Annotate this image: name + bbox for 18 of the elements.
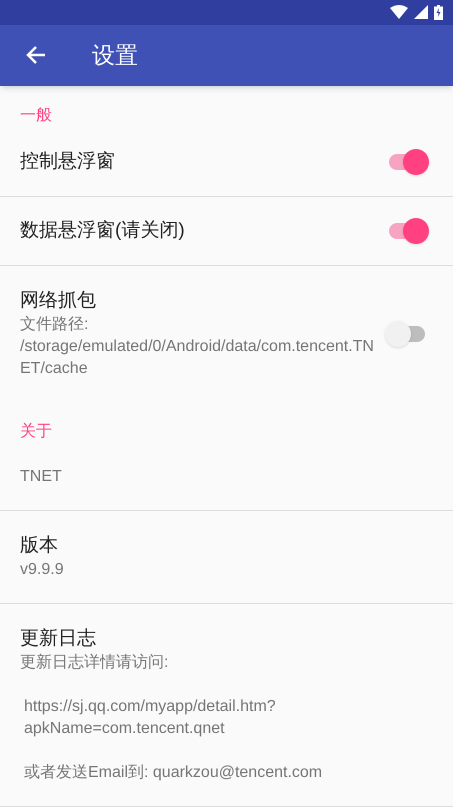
setting-summary: 或者发送Email到: quarkzou@tencent.com <box>23 762 324 783</box>
wifi-icon <box>390 5 408 20</box>
setting-summary: https://sj.qq.com/myapp/detail.htm?apkName=com.tencent.qnet <box>23 697 277 739</box>
setting-title: 更新日志 <box>20 627 97 651</box>
setting-summary: 更新日志详情请访问: <box>20 652 170 673</box>
page-title: 设置 <box>92 41 138 70</box>
setting-title: 控制悬浮窗 <box>20 150 116 174</box>
section-header: 一般 <box>19 106 53 126</box>
setting-summary: 文件路径: /storage/emulated/0/Android/data/com.tencent.TNET/cache <box>20 314 375 379</box>
setting-title: 数据悬浮窗(请关闭) <box>20 219 186 243</box>
signal-icon <box>414 5 428 20</box>
battery-icon <box>434 4 443 20</box>
setting-title: 网络抓包 <box>20 289 97 313</box>
back-arrow-icon <box>26 45 46 66</box>
setting-summary: v9.9.9 <box>20 560 65 580</box>
section-header: 关于 <box>19 422 53 442</box>
setting-summary: TNET <box>20 467 63 487</box>
setting-title: 版本 <box>20 534 59 558</box>
